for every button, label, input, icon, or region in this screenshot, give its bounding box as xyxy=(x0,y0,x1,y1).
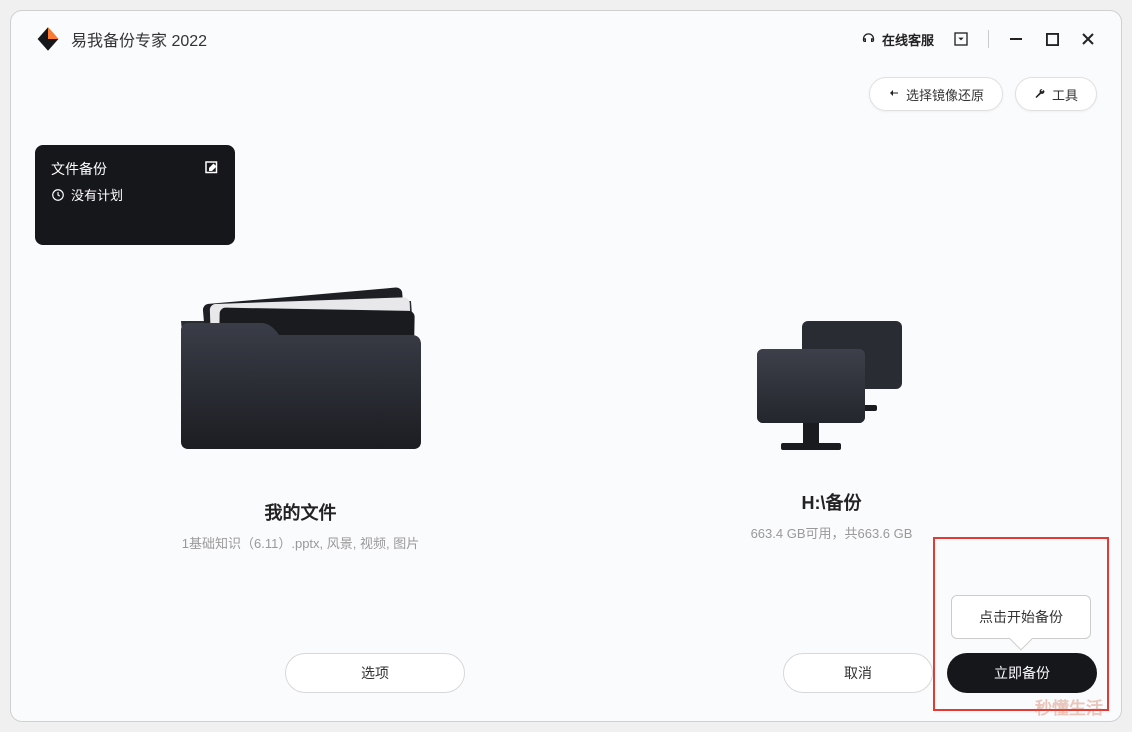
chevron-box-icon xyxy=(953,31,969,47)
destination-icon xyxy=(747,311,917,471)
cancel-label: 取消 xyxy=(844,665,872,681)
headset-icon xyxy=(861,32,876,47)
restore-image-button[interactable]: 选择镜像还原 xyxy=(869,77,1003,111)
clock-icon xyxy=(51,188,65,202)
close-icon xyxy=(1081,32,1095,46)
task-card-schedule: 没有计划 xyxy=(51,185,219,204)
restore-arrow-icon xyxy=(888,88,900,100)
minimize-icon xyxy=(1009,32,1023,46)
source-title: 我的文件 xyxy=(265,499,337,525)
support-label: 在线客服 xyxy=(882,30,934,49)
task-edit-button[interactable] xyxy=(203,159,221,177)
cancel-button[interactable]: 取消 xyxy=(783,653,933,693)
options-label: 选项 xyxy=(361,665,389,681)
wrench-icon xyxy=(1034,88,1046,100)
dropdown-button[interactable] xyxy=(952,30,970,48)
tooltip-text: 点击开始备份 xyxy=(979,607,1063,627)
footer-right: 取消 立即备份 xyxy=(783,653,1097,693)
task-card[interactable]: 文件备份 没有计划 xyxy=(35,145,235,245)
backup-label: 立即备份 xyxy=(994,665,1050,681)
app-logo-icon xyxy=(35,26,61,52)
folder-icon xyxy=(151,241,451,481)
destination-title: H:\备份 xyxy=(802,489,862,515)
app-title: 易我备份专家 2022 xyxy=(71,27,207,51)
close-button[interactable] xyxy=(1079,30,1097,48)
destination-detail: 663.4 GB可用，共663.6 GB xyxy=(751,523,913,542)
titlebar: 易我备份专家 2022 在线客服 xyxy=(11,11,1121,67)
restore-label: 选择镜像还原 xyxy=(906,85,984,104)
minimize-button[interactable] xyxy=(1007,30,1025,48)
tools-label: 工具 xyxy=(1052,85,1078,104)
backup-tooltip: 点击开始备份 xyxy=(951,595,1091,639)
maximize-icon xyxy=(1046,33,1059,46)
source-panel[interactable]: 我的文件 1基础知识（6.11）.pptx, 风景, 视频, 图片 xyxy=(35,201,566,721)
app-window: 易我备份专家 2022 在线客服 xyxy=(10,10,1122,722)
support-link[interactable]: 在线客服 xyxy=(861,30,934,49)
options-button[interactable]: 选项 xyxy=(285,653,465,693)
source-detail: 1基础知识（6.11）.pptx, 风景, 视频, 图片 xyxy=(182,533,419,552)
toolbar: 选择镜像还原 工具 xyxy=(11,67,1121,121)
task-card-title: 文件备份 xyxy=(51,159,219,179)
divider xyxy=(988,30,989,48)
tools-button[interactable]: 工具 xyxy=(1015,77,1097,111)
schedule-text: 没有计划 xyxy=(71,185,123,204)
edit-icon xyxy=(203,159,221,177)
watermark: 秒懂生活 xyxy=(1035,694,1103,719)
title-right: 在线客服 xyxy=(861,30,1097,49)
title-left: 易我备份专家 2022 xyxy=(35,26,207,52)
footer: 选项 取消 立即备份 xyxy=(11,653,1121,693)
backup-now-button[interactable]: 立即备份 xyxy=(947,653,1097,693)
maximize-button[interactable] xyxy=(1043,30,1061,48)
